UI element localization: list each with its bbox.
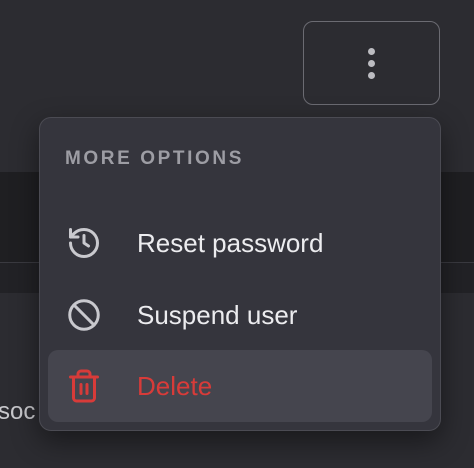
menu-item-suspend-user[interactable]: Suspend user: [48, 279, 432, 351]
menu-item-label: Reset password: [137, 228, 324, 258]
menu-item-delete[interactable]: Delete: [48, 350, 432, 422]
menu-item-label: Delete: [137, 371, 213, 401]
trash-icon: [69, 369, 99, 403]
history-icon: [69, 228, 99, 258]
more-options-button[interactable]: [303, 21, 440, 105]
more-options-menu: MORE OPTIONS Reset password Suspend user…: [39, 117, 441, 431]
menu-item-reset-password[interactable]: Reset password: [48, 207, 432, 279]
table-cell-text: soc: [0, 398, 36, 425]
ban-icon: [68, 299, 100, 331]
menu-heading: MORE OPTIONS: [65, 148, 244, 169]
more-vertical-icon: [368, 47, 375, 79]
menu-item-label: Suspend user: [137, 300, 298, 330]
